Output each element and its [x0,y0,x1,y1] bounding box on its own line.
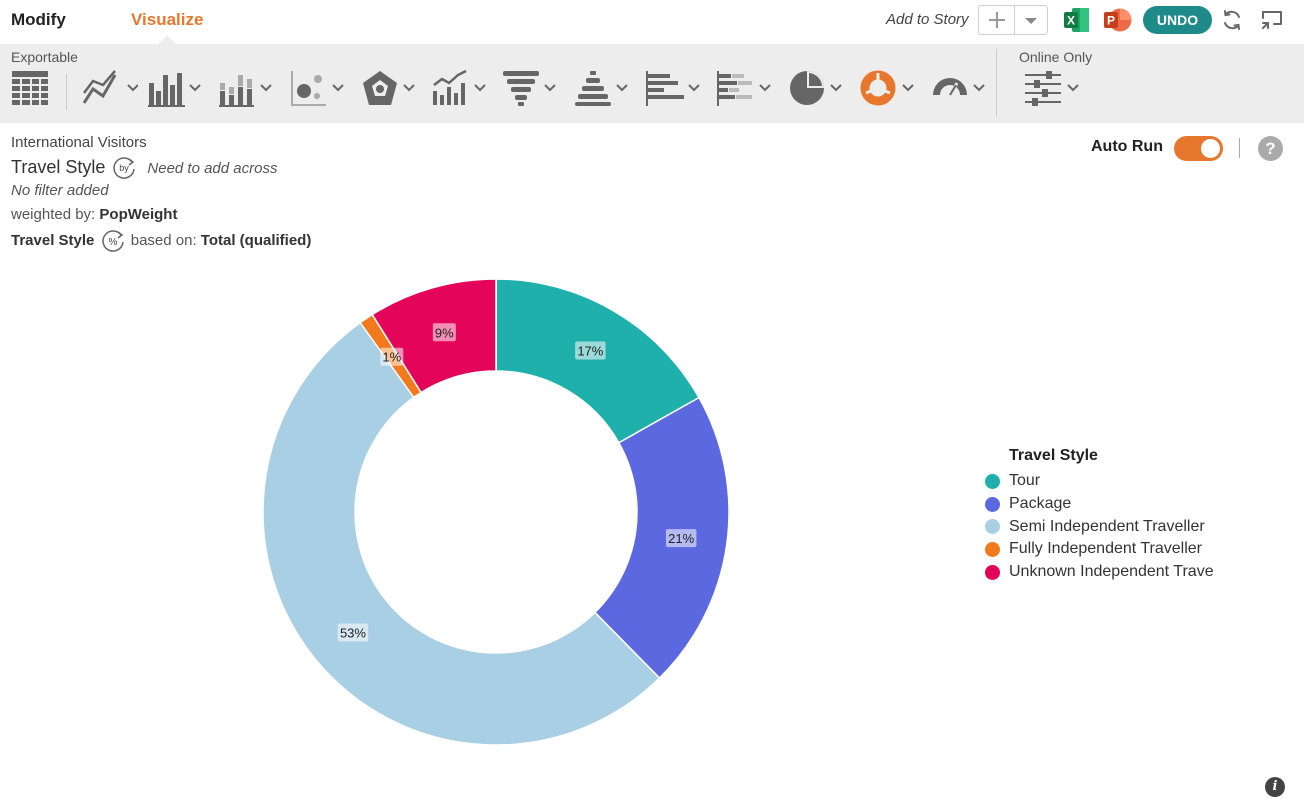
slice-label-text: 53% [340,625,366,640]
legend-swatch [985,564,1000,580]
question-line: Travel Style by Need to add across [11,157,277,180]
powerpoint-export-icon[interactable]: P [1103,7,1132,33]
weighted-label: weighted by: [11,206,96,223]
across-note[interactable]: Need to add across [147,160,277,177]
slice-label-text: 21% [668,531,694,546]
legend-label: Tour [1009,472,1041,490]
slice-label-text: 1% [382,350,401,365]
chart-legend: Travel Style Tour Package Semi Independent… [985,447,1214,583]
toolbar-divider [66,74,67,110]
by-icon[interactable]: by [112,157,136,180]
slice-label: 21% [665,529,697,548]
row-variable[interactable]: Travel Style [11,157,105,177]
refresh-icon[interactable] [1220,8,1244,32]
legend-item[interactable]: Semi Independent Traveller [985,515,1214,538]
pie-icon [790,71,842,105]
stacked-bar-icon [219,75,272,107]
legend-label: Fully Independent Traveller [1009,540,1202,558]
legend-label: Package [1009,495,1072,513]
gauge-icon [933,78,985,96]
horizontal-bar-button[interactable] [646,69,702,111]
pie-chart-button[interactable] [788,69,844,111]
ppt-letter: P [1107,14,1115,28]
excel-letter: X [1067,14,1075,28]
add-to-story-button[interactable] [979,6,1015,34]
radar-chart-button[interactable] [361,69,417,111]
scatter-icon [291,71,344,106]
weight-line: weighted by: PopWeight [11,206,177,223]
sliders-icon [1025,71,1079,106]
horizontal-bar-icon [646,71,700,106]
donut-chart: 17% 21% 53% 1% 9% [262,278,730,746]
funnel-chart-button[interactable] [503,69,559,111]
line-chart-icon [82,70,138,104]
dataset-name: International Visitors [11,134,147,151]
active-tab-pointer [158,36,176,44]
base-line: Travel Style % based on: Total (qualifie… [11,230,311,252]
slice-label: 53% [337,623,369,642]
donut-icon [860,70,914,106]
pct-variable: Travel Style [11,231,95,249]
base-value[interactable]: Total (qualified) [201,232,312,249]
undo-button[interactable]: UNDO [1143,6,1212,34]
slice-label-text: 9% [435,325,454,340]
bar-chart-button[interactable] [148,69,204,111]
legend-swatch [985,541,1000,557]
legend-swatch [985,519,1000,535]
svg-text:by: by [120,163,130,173]
legend-item[interactable]: Package [985,493,1214,516]
legend-label: Semi Independent Traveller [1009,517,1205,535]
chart-options-button[interactable] [1025,69,1081,111]
pyramid-chart-button[interactable] [575,69,631,111]
add-to-story-control [978,5,1048,35]
help-icon[interactable]: ? [1258,136,1283,161]
legend-swatch [985,473,1000,489]
legend-item[interactable]: Fully Independent Traveller [985,538,1214,561]
based-on-label: based on: [130,231,197,249]
tab-modify[interactable]: Modify [11,10,66,30]
legend-item[interactable]: Unknown Independent Trave [985,561,1214,584]
funnel-icon [503,71,556,106]
combo-chart-icon [433,69,486,105]
weight-variable[interactable]: PopWeight [99,206,177,223]
auto-run-toggle[interactable] [1174,136,1223,161]
slice-label: 9% [432,323,456,342]
svg-text:%: % [108,237,117,248]
visualization-toolbar: Exportable Online Only [0,44,1304,123]
horizontal-stacked-button[interactable] [717,69,773,111]
info-icon[interactable]: i [1265,777,1285,797]
divider [1239,138,1240,158]
exportable-label: Exportable [11,49,78,65]
presentation-icon[interactable] [1260,8,1284,32]
excel-export-icon[interactable]: X [1063,7,1090,33]
radar-icon [363,71,415,105]
tab-visualize[interactable]: Visualize [131,10,203,30]
combo-chart-button[interactable] [432,69,488,111]
table-icon [12,71,48,105]
story-dropdown-button[interactable] [1015,6,1047,34]
filter-status[interactable]: No filter added [11,182,109,199]
donut-chart-button[interactable] [860,69,916,111]
toolbar-section-divider [996,49,997,117]
pyramid-icon [575,71,628,106]
online-only-label: Online Only [1019,49,1093,65]
legend-item[interactable]: Tour [985,470,1214,493]
table-view-button[interactable] [12,69,48,111]
auto-run-label: Auto Run [1091,138,1163,155]
percent-icon[interactable]: % [101,230,125,252]
bar-chart-icon [148,73,201,107]
slice-label: 1% [380,347,404,366]
add-to-story-label: Add to Story [886,11,969,28]
legend-swatch [985,496,1000,512]
line-chart-button[interactable] [82,69,138,111]
slice-label-text: 17% [577,344,603,359]
top-bar: Modify Visualize Add to Story X P UNDO [0,0,1304,44]
gauge-chart-button[interactable] [931,69,987,111]
scatter-chart-button[interactable] [290,69,346,111]
slice-label: 17% [575,341,606,360]
stacked-bar-button[interactable] [219,69,275,111]
horizontal-stacked-icon [717,71,771,106]
legend-title: Travel Style [1009,447,1098,464]
legend-label: Unknown Independent Trave [1009,563,1214,581]
